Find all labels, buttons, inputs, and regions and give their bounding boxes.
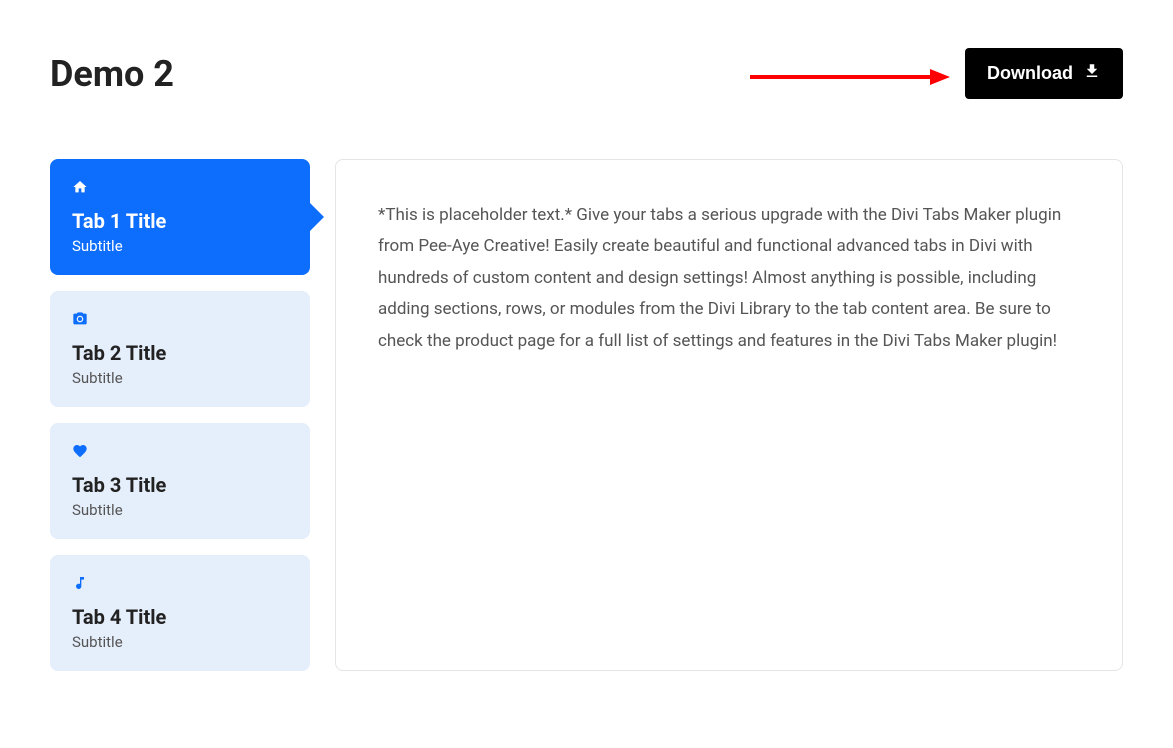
main-content: Tab 1 Title Subtitle Tab 2 Title Subtitl… [0, 99, 1173, 671]
header: Demo 2 Download [0, 0, 1173, 99]
tab-title: Tab 4 Title [72, 605, 288, 629]
music-icon [72, 575, 288, 595]
tab-title: Tab 1 Title [72, 209, 288, 233]
tab-subtitle: Subtitle [72, 369, 288, 387]
tab-item-3[interactable]: Tab 3 Title Subtitle [50, 423, 310, 539]
arrow-annotation [750, 67, 950, 91]
tab-title: Tab 3 Title [72, 473, 288, 497]
tab-item-4[interactable]: Tab 4 Title Subtitle [50, 555, 310, 671]
tab-item-2[interactable]: Tab 2 Title Subtitle [50, 291, 310, 407]
content-panel: *This is placeholder text.* Give your ta… [335, 159, 1123, 671]
download-button[interactable]: Download [965, 48, 1123, 99]
tab-item-1[interactable]: Tab 1 Title Subtitle [50, 159, 310, 275]
content-text: *This is placeholder text.* Give your ta… [378, 200, 1080, 357]
tabs-sidebar: Tab 1 Title Subtitle Tab 2 Title Subtitl… [50, 159, 310, 671]
tab-subtitle: Subtitle [72, 237, 288, 255]
tab-subtitle: Subtitle [72, 501, 288, 519]
heart-icon [72, 443, 288, 463]
home-icon [72, 179, 288, 199]
tab-title: Tab 2 Title [72, 341, 288, 365]
page-title: Demo 2 [50, 53, 174, 95]
download-button-label: Download [987, 63, 1073, 84]
tab-subtitle: Subtitle [72, 633, 288, 651]
download-icon [1083, 62, 1101, 85]
camera-icon [72, 311, 288, 331]
